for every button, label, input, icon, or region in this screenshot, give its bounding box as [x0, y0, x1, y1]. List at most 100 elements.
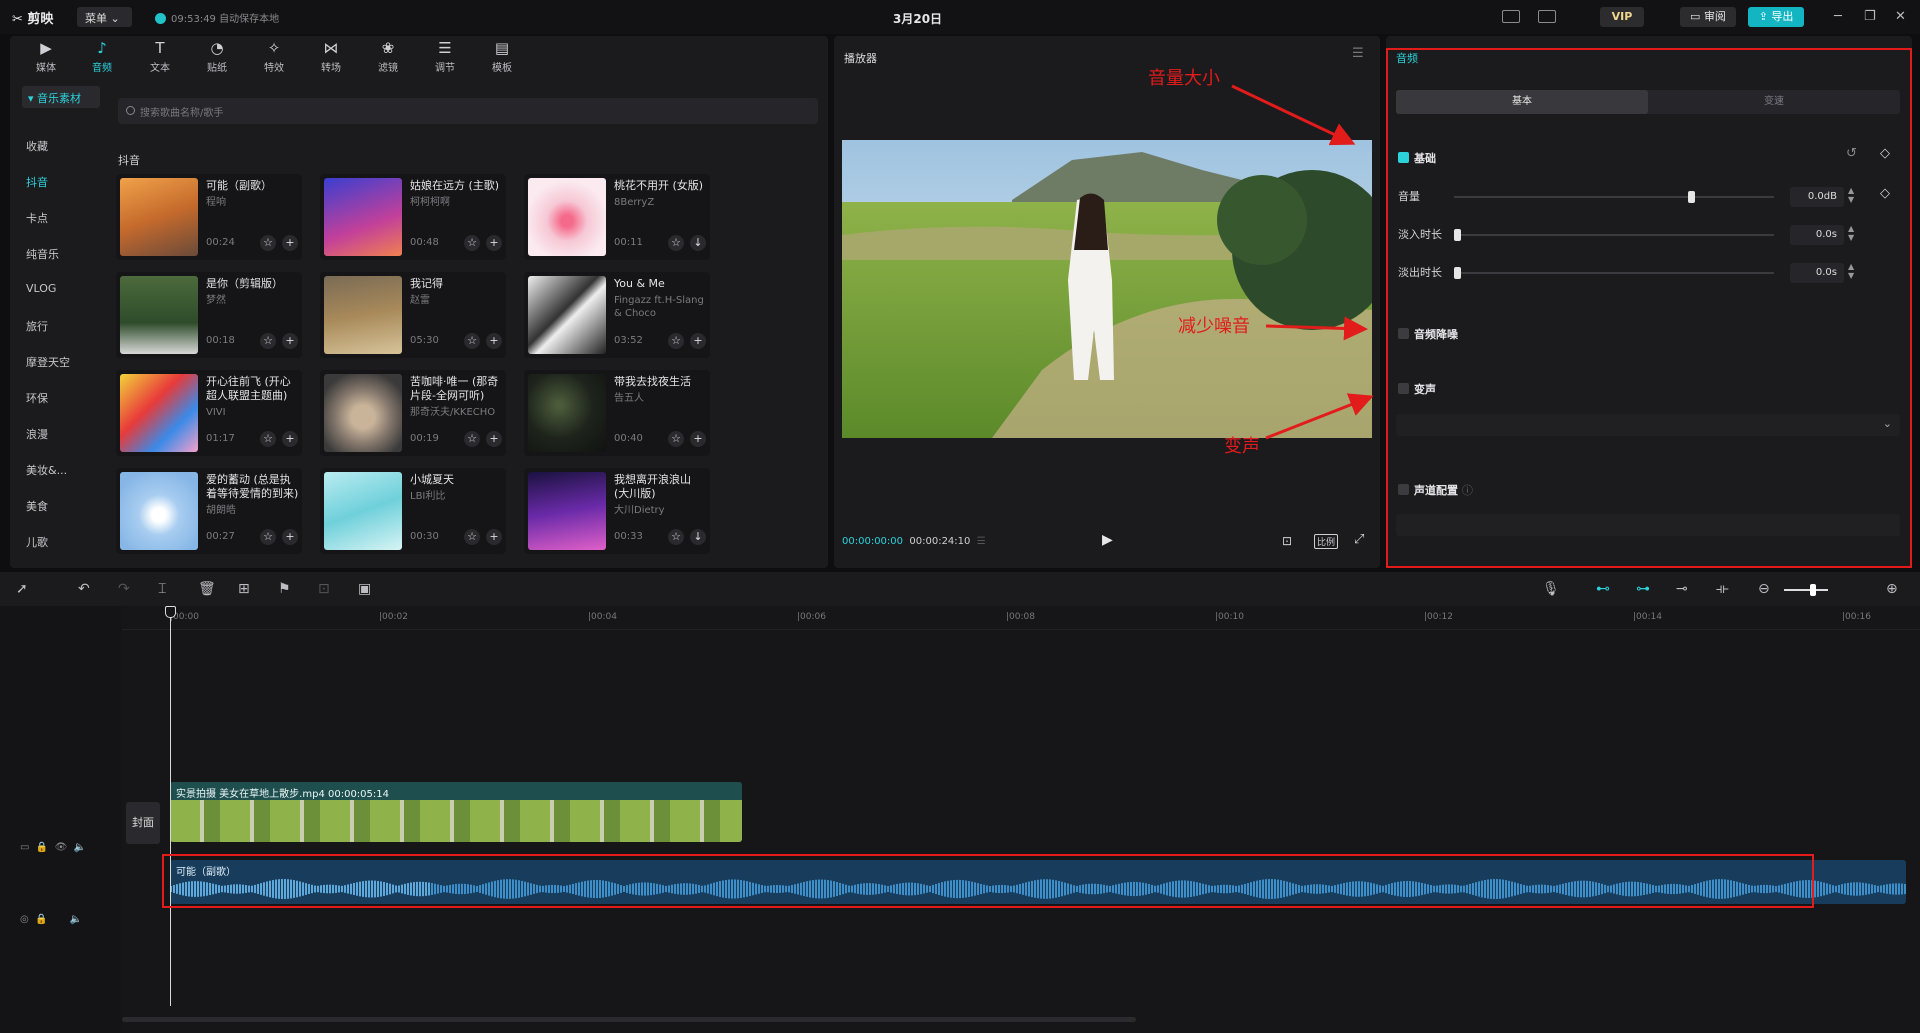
- delete-icon[interactable]: 🗑: [198, 581, 216, 597]
- menu-button[interactable]: 菜单 ⌄: [77, 7, 132, 27]
- song-card[interactable]: 可能（副歌） 程响 00:24 ☆ +: [116, 174, 302, 260]
- add-plus-icon[interactable]: +: [282, 431, 298, 447]
- song-card[interactable]: 我记得 赵雷 05:30 ☆ +: [320, 272, 506, 358]
- add-plus-icon[interactable]: +: [282, 529, 298, 545]
- category-item[interactable]: 收藏: [26, 138, 96, 154]
- add-plus-icon[interactable]: +: [486, 235, 502, 251]
- favorite-star-icon[interactable]: ☆: [260, 235, 276, 251]
- add-plus-icon[interactable]: +: [282, 333, 298, 349]
- redo-icon[interactable]: ↷: [118, 581, 130, 597]
- song-card[interactable]: You & Me Fingazz ft.H-Slang & Choco 03:5…: [524, 272, 710, 358]
- add-plus-icon[interactable]: +: [486, 529, 502, 545]
- category-item[interactable]: 旅行: [26, 318, 96, 334]
- song-card[interactable]: 带我去找夜生活 告五人 00:40 ☆ +: [524, 370, 710, 456]
- favorite-star-icon[interactable]: ☆: [260, 333, 276, 349]
- category-item[interactable]: 儿歌: [26, 534, 96, 550]
- song-card[interactable]: 爱的蓄动 (总是执着等待爱情的到来) 胡朗皓 00:27 ☆ +: [116, 468, 302, 554]
- playhead[interactable]: [170, 606, 171, 1006]
- add-plus-icon[interactable]: +: [690, 431, 706, 447]
- tab-media[interactable]: ▶ 媒体: [22, 40, 70, 74]
- favorite-star-icon[interactable]: ☆: [668, 235, 684, 251]
- category-item[interactable]: 浪漫: [26, 426, 96, 442]
- favorite-star-icon[interactable]: ☆: [464, 431, 480, 447]
- favorite-star-icon[interactable]: ☆: [668, 431, 684, 447]
- track-thumbnail-icon[interactable]: ▭: [20, 842, 29, 853]
- favorite-star-icon[interactable]: ☆: [260, 529, 276, 545]
- favorite-star-icon[interactable]: ☆: [464, 235, 480, 251]
- zoom-slider-knob[interactable]: [1810, 584, 1816, 596]
- zoom-in-icon[interactable]: ⊕: [1886, 581, 1898, 597]
- play-icon[interactable]: ▶: [1102, 532, 1113, 548]
- category-item[interactable]: 摩登天空: [26, 354, 96, 370]
- category-item[interactable]: 环保: [26, 390, 96, 406]
- add-plus-icon[interactable]: +: [282, 235, 298, 251]
- favorite-star-icon[interactable]: ☆: [464, 333, 480, 349]
- category-item[interactable]: 美食: [26, 498, 96, 514]
- add-plus-icon[interactable]: +: [486, 333, 502, 349]
- link-track-icon[interactable]: ⊶: [1636, 581, 1650, 597]
- category-item[interactable]: VLOG: [26, 282, 96, 295]
- export-button[interactable]: ⇪ 导出: [1748, 7, 1804, 27]
- category-item[interactable]: 卡点: [26, 210, 96, 226]
- song-card[interactable]: 小城夏天 LBI利比 00:30 ☆ +: [320, 468, 506, 554]
- timecode-list-icon[interactable]: ☰: [977, 536, 986, 547]
- maximize-icon[interactable]: ❐: [1864, 9, 1876, 24]
- shortcut-icon[interactable]: [1502, 10, 1520, 23]
- tab-filter[interactable]: ❀ 滤镜: [364, 40, 412, 74]
- vip-badge[interactable]: VIP: [1600, 7, 1644, 27]
- undo-icon[interactable]: ↶: [78, 581, 90, 597]
- music-library-section[interactable]: ▾ 音乐素材: [22, 86, 100, 108]
- layout-icon[interactable]: [1538, 10, 1556, 23]
- download-icon[interactable]: ↓: [690, 529, 706, 545]
- favorite-star-icon[interactable]: ☆: [464, 529, 480, 545]
- microphone-icon[interactable]: 🎙: [1542, 581, 1560, 597]
- lock-icon[interactable]: 🔒: [36, 842, 48, 853]
- category-item[interactable]: 美妆&...: [26, 462, 96, 478]
- minimize-icon[interactable]: ─: [1834, 9, 1842, 24]
- zoom-out-icon[interactable]: ⊖: [1758, 581, 1770, 597]
- crop-fit-icon[interactable]: ⊡: [1282, 534, 1292, 548]
- review-button[interactable]: ▭ 审阅: [1680, 7, 1736, 27]
- favorite-star-icon[interactable]: ☆: [668, 529, 684, 545]
- category-item[interactable]: 抖音: [26, 174, 96, 190]
- download-icon[interactable]: ↓: [690, 235, 706, 251]
- image-screenshot-icon[interactable]: ▣: [358, 581, 371, 597]
- align-icon[interactable]: ⟛: [1716, 581, 1729, 597]
- speaker-icon[interactable]: 🔈: [70, 914, 82, 925]
- tab-transition[interactable]: ⋈ 转场: [307, 40, 355, 74]
- ratio-button[interactable]: 比例: [1314, 534, 1339, 549]
- speaker-icon[interactable]: 🔈: [74, 842, 86, 853]
- favorite-star-icon[interactable]: ☆: [260, 431, 276, 447]
- video-preview[interactable]: [842, 140, 1372, 438]
- favorite-star-icon[interactable]: ☆: [668, 333, 684, 349]
- lock-icon[interactable]: 🔒: [35, 914, 47, 925]
- magnet-snap-icon[interactable]: ⊷: [1596, 581, 1610, 597]
- song-card[interactable]: 是你（剪辑版） 梦然 00:18 ☆ +: [116, 272, 302, 358]
- player-menu-icon[interactable]: ☰: [1352, 46, 1364, 61]
- close-icon[interactable]: ✕: [1895, 9, 1906, 24]
- song-card[interactable]: 桃花不用开 (女版) 8BerryZ 00:11 ☆ ↓: [524, 174, 710, 260]
- song-card[interactable]: 姑娘在远方 (主歌) 柯柯柯啊 00:48 ☆ +: [320, 174, 506, 260]
- eye-icon[interactable]: 👁: [55, 842, 68, 853]
- add-plus-icon[interactable]: +: [690, 333, 706, 349]
- song-card[interactable]: 苦咖啡·唯一 (那奇片段-全网可听) 那奇沃夫/KKECHO 00:19 ☆ +: [320, 370, 506, 456]
- preview-axis-icon[interactable]: ⊸: [1676, 581, 1688, 597]
- add-plus-icon[interactable]: +: [486, 431, 502, 447]
- tab-template[interactable]: ▤ 模板: [478, 40, 526, 74]
- video-clip[interactable]: 实景拍摄 美女在草地上散步.mp4 00:00:05:14: [170, 782, 742, 842]
- zoom-slider[interactable]: [1784, 584, 1828, 596]
- song-card[interactable]: 开心往前飞 (开心超人联盟主题曲) VIVI 01:17 ☆ +: [116, 370, 302, 456]
- split-icon[interactable]: ⌶: [158, 581, 166, 597]
- tab-effects[interactable]: ✧ 特效: [250, 40, 298, 74]
- audio-track-icon[interactable]: ◎: [20, 914, 29, 925]
- cover-button[interactable]: 封面: [126, 802, 160, 844]
- song-card[interactable]: 我想离开浪浪山 (大川版) 大川Dietry 00:33 ☆ ↓: [524, 468, 710, 554]
- song-search-input[interactable]: 搜索歌曲名称/歌手: [118, 98, 818, 124]
- category-item[interactable]: 纯音乐: [26, 246, 96, 262]
- tab-text[interactable]: T 文本: [136, 40, 184, 74]
- fullscreen-icon[interactable]: ⤢: [1354, 532, 1364, 547]
- select-cursor-icon[interactable]: ➚: [16, 581, 28, 597]
- tab-sticker[interactable]: ◔ 贴纸: [193, 40, 241, 74]
- tab-audio[interactable]: ♪ 音频: [78, 40, 126, 74]
- tab-adjust[interactable]: ☰ 调节: [421, 40, 469, 74]
